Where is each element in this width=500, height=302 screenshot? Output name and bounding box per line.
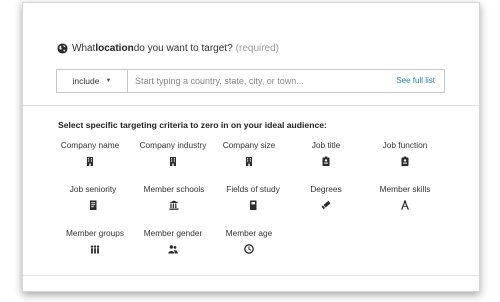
criteria-job-title[interactable]: Job title bbox=[281, 140, 371, 166]
criteria-member-age[interactable]: Member age bbox=[204, 228, 294, 254]
include-dropdown[interactable]: include ▼ bbox=[57, 70, 128, 92]
school-icon bbox=[169, 200, 179, 210]
caret-down-icon: ▼ bbox=[105, 78, 112, 84]
criteria-label: Member schools bbox=[143, 184, 205, 194]
globe-icon bbox=[57, 43, 68, 54]
include-label: include bbox=[72, 76, 100, 86]
building-icon bbox=[87, 157, 93, 166]
criteria-label: Member age bbox=[225, 228, 273, 238]
criteria-label: Job title bbox=[311, 140, 341, 150]
criteria-member-groups[interactable]: Member groups bbox=[50, 228, 140, 254]
see-full-list-link[interactable]: See full list bbox=[396, 70, 435, 92]
badge-icon bbox=[322, 156, 330, 166]
question-prefix: What bbox=[72, 43, 96, 54]
targeting-card: What location do you want to target? (re… bbox=[22, 2, 480, 292]
criteria-label: Job seniority bbox=[69, 184, 117, 194]
badge-icon bbox=[401, 156, 409, 166]
criteria-job-seniority[interactable]: Job seniority bbox=[48, 184, 138, 210]
criteria-heading: Select specific targeting criteria to ze… bbox=[58, 120, 327, 130]
location-search-input[interactable]: Start typing a country, state, city, or … bbox=[135, 70, 335, 92]
criteria-label: Company name bbox=[60, 140, 120, 150]
required-label: (required) bbox=[235, 43, 280, 54]
criteria-member-skills[interactable]: Member skills bbox=[360, 184, 450, 210]
diploma-icon bbox=[321, 201, 331, 209]
location-input-row: include ▼ Start typing a country, state,… bbox=[56, 69, 445, 93]
criteria-company-name[interactable]: Company name bbox=[45, 140, 135, 166]
section-divider bbox=[23, 275, 479, 276]
book-icon bbox=[250, 200, 257, 210]
criteria-job-function[interactable]: Job function bbox=[360, 140, 450, 166]
criteria-member-schools[interactable]: Member schools bbox=[129, 184, 219, 210]
location-question: What location do you want to target? (re… bbox=[57, 43, 279, 54]
building-icon bbox=[246, 157, 252, 166]
criteria-label: Member groups bbox=[65, 228, 125, 238]
group-icon bbox=[90, 245, 100, 254]
location-section: What location do you want to target? (re… bbox=[23, 3, 479, 106]
criteria-degrees[interactable]: Degrees bbox=[281, 184, 371, 210]
people-icon bbox=[168, 245, 178, 254]
document-icon bbox=[90, 200, 97, 210]
clock-icon bbox=[244, 244, 254, 254]
criteria-label: Degrees bbox=[310, 184, 342, 194]
compass-icon bbox=[401, 200, 409, 210]
question-bold: location bbox=[95, 43, 134, 54]
question-suffix: do you want to target? bbox=[133, 43, 233, 54]
criteria-label: Member skills bbox=[379, 184, 431, 194]
criteria-label: Job function bbox=[382, 140, 428, 150]
building-icon bbox=[170, 157, 176, 166]
